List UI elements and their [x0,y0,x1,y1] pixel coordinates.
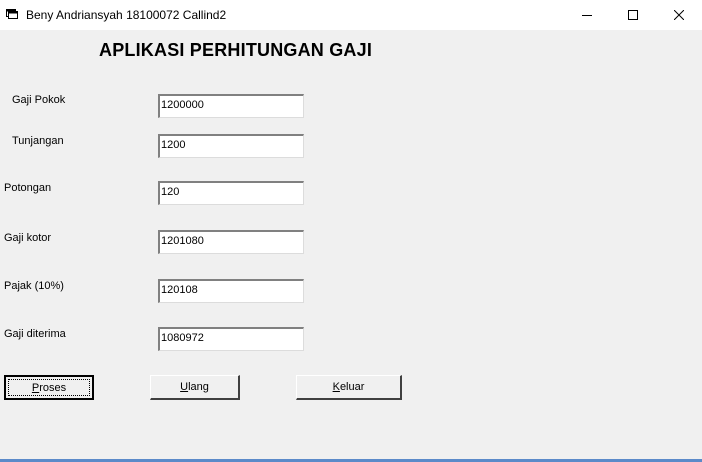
label-gaji-diterima: Gaji diterima [4,328,66,340]
tunjangan-field[interactable]: 1200 [158,134,304,158]
ulang-button-label: Ulang [180,381,209,393]
minimize-icon [582,15,592,16]
potongan-field[interactable]: 120 [158,181,304,205]
app-window-icon [6,9,18,19]
label-pajak: Pajak (10%) [4,280,64,292]
keluar-button-label: Keluar [332,381,365,393]
close-button[interactable] [656,0,702,30]
label-gaji-pokok: Gaji Pokok [12,94,66,106]
ulang-button[interactable]: Ulang [150,375,240,400]
close-icon [674,10,684,20]
label-tunjangan: Tunjangan [12,135,64,147]
label-potongan: Potongan [4,182,52,194]
proses-button-label: Proses [31,381,67,394]
gaji-diterima-field[interactable]: 1080972 [158,327,304,351]
gaji-pokok-field[interactable]: 1200000 [158,94,304,118]
maximize-button[interactable] [610,0,656,30]
window-title: Beny Andriansyah 18100072 Callind2 [26,8,227,22]
page-title: APLIKASI PERHITUNGAN GAJI [99,40,373,60]
keluar-button[interactable]: Keluar [296,375,402,400]
label-gaji-kotor: Gaji kotor [4,232,52,244]
maximize-icon [628,10,638,20]
proses-button[interactable]: Proses [4,375,94,400]
pajak-field[interactable]: 120108 [158,279,304,303]
gaji-kotor-field[interactable]: 1201080 [158,230,304,254]
title-bar[interactable]: Beny Andriansyah 18100072 Callind2 [0,0,702,30]
minimize-button[interactable] [564,0,610,30]
